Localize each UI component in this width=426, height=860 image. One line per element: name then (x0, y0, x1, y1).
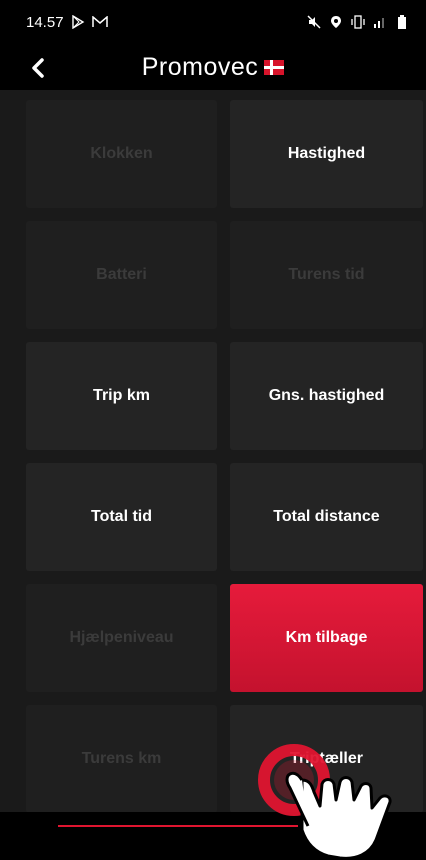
tile-trip-km[interactable]: Trip km (26, 342, 217, 450)
tile-total-tid[interactable]: Total tid (26, 463, 217, 571)
bottom-indicator-line (58, 825, 298, 827)
tile-klokken[interactable]: Klokken (26, 100, 217, 208)
signal-icon (372, 15, 388, 29)
danish-flag-icon (264, 59, 285, 75)
tile-turens-km[interactable]: Turens km (26, 705, 217, 813)
brand-logo: Promovec (142, 53, 285, 82)
tile-hastighed[interactable]: Hastighed (230, 100, 423, 208)
status-right (306, 15, 410, 29)
mute-icon (306, 15, 322, 29)
tile-triptaeller[interactable]: Triptæller (230, 705, 423, 813)
tile-label: Hjælpeniveau (69, 629, 174, 646)
chevron-left-icon (32, 58, 44, 78)
location-icon (328, 15, 344, 29)
app-header: Promovec (0, 44, 426, 90)
tile-label: Turens km (81, 750, 162, 767)
tile-hjaelpeniveau[interactable]: Hjælpeniveau (26, 584, 217, 692)
gmail-icon (91, 15, 108, 29)
vibrate-icon (350, 15, 366, 29)
tile-batteri[interactable]: Batteri (26, 221, 217, 329)
tile-label: Hastighed (287, 145, 366, 162)
back-button[interactable] (24, 54, 52, 82)
tile-label: Total tid (90, 508, 153, 525)
play-store-icon (70, 15, 86, 29)
tile-label: Batteri (96, 266, 147, 283)
tile-label: Triptæller (290, 750, 363, 767)
status-left: 14.57 (26, 14, 108, 31)
tile-label: Total distance (273, 508, 380, 525)
tile-label: Km tilbage (285, 629, 368, 646)
status-bar: 14.57 (0, 0, 426, 44)
tile-label: Gns. hastighed (268, 387, 385, 404)
bottom-bar (0, 812, 426, 860)
battery-icon (394, 15, 410, 29)
tile-label: Turens tid (288, 266, 365, 283)
tile-total-distance[interactable]: Total distance (230, 463, 423, 571)
tile-grid: Klokken Hastighed Batteri Turens tid Trip km… (26, 100, 423, 813)
tile-km-tilbage[interactable]: Km tilbage (230, 584, 423, 692)
status-time: 14.57 (26, 13, 64, 31)
brand-name: Promovec (141, 52, 259, 81)
tile-label: Trip km (93, 387, 150, 404)
tile-label: Klokken (90, 145, 153, 162)
tile-gns-hastighed[interactable]: Gns. hastighed (230, 342, 423, 450)
tile-turens-tid[interactable]: Turens tid (230, 221, 423, 329)
